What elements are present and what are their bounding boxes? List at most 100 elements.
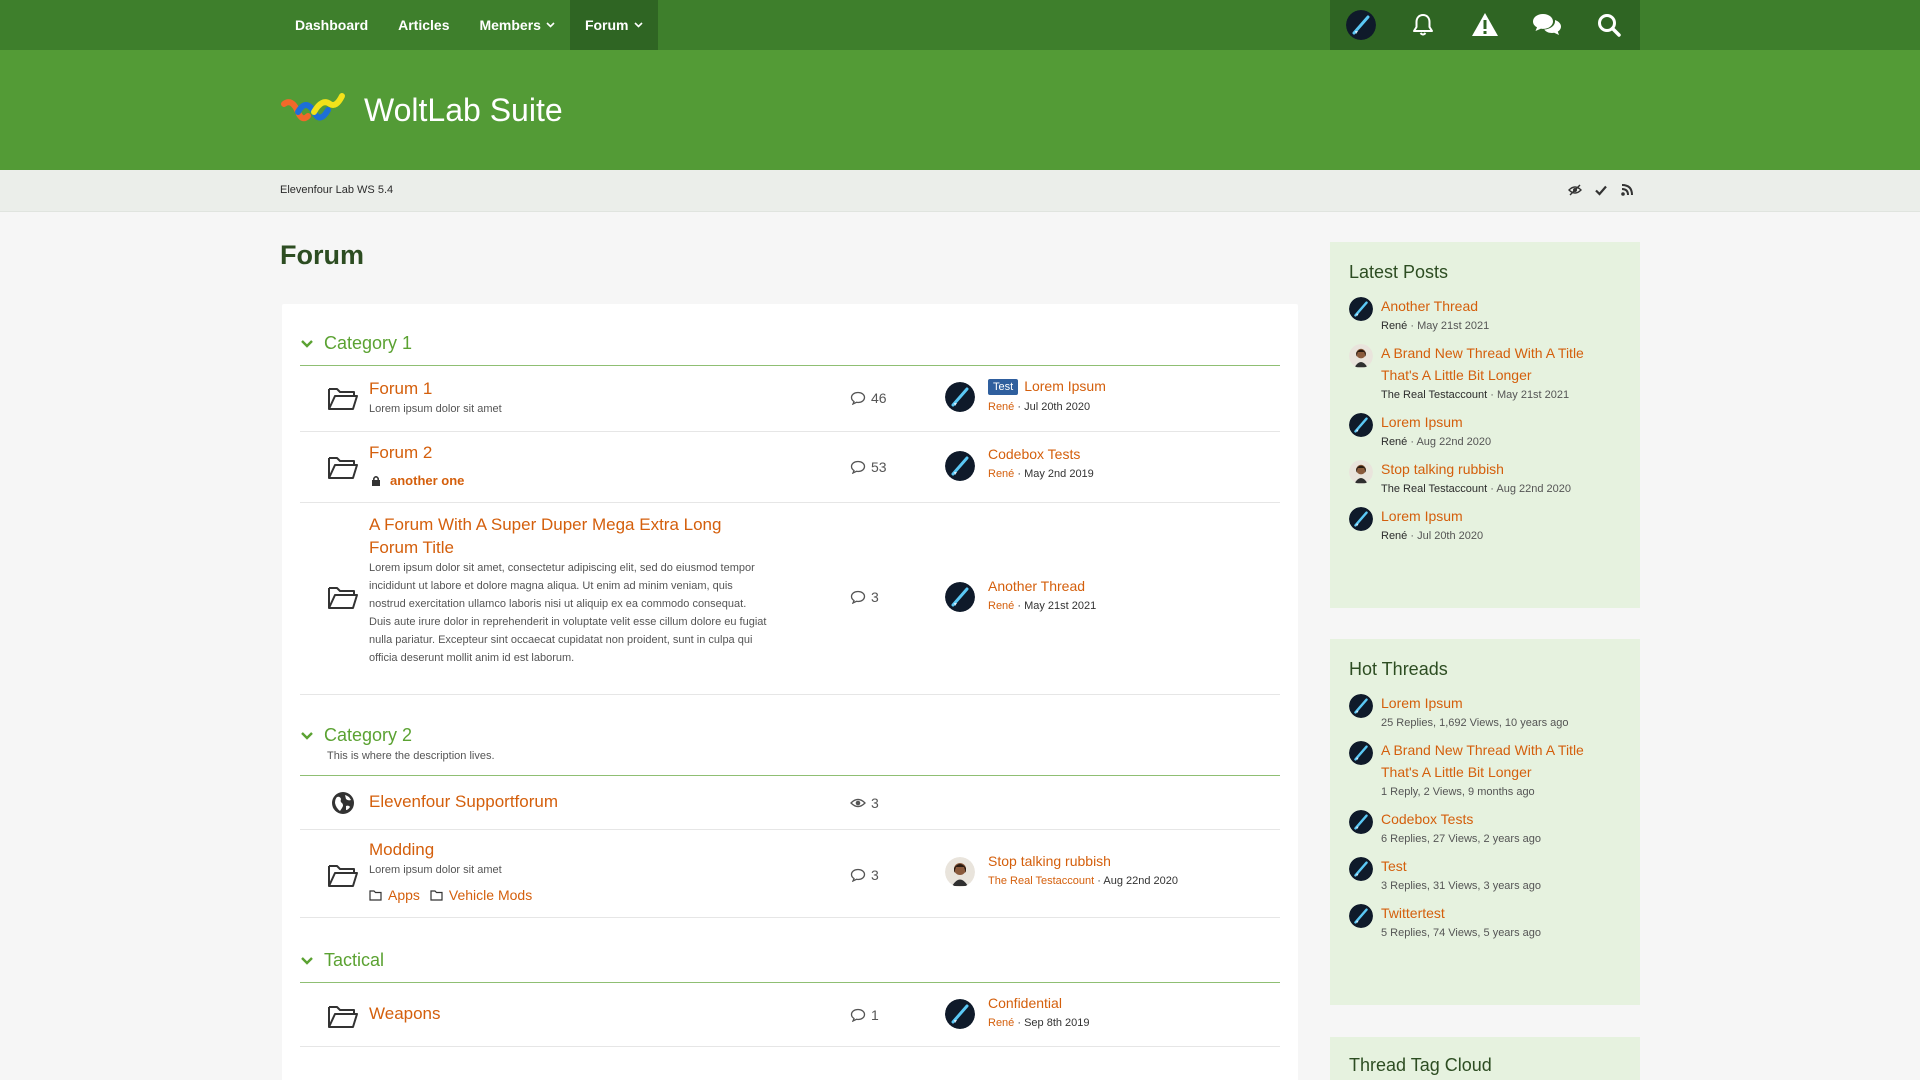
last-post-meta: The Real Testaccount · Aug 22nd 2020 xyxy=(988,875,1178,887)
last-post-date: Aug 22nd 2020 xyxy=(1103,875,1179,887)
comment-icon xyxy=(850,460,866,474)
post-title[interactable]: Lorem Ipsum xyxy=(1381,508,1463,524)
avatar[interactable] xyxy=(945,999,975,1029)
username[interactable]: René xyxy=(988,401,1014,413)
chevron-down-icon[interactable] xyxy=(300,339,314,349)
avatar[interactable] xyxy=(945,382,975,412)
username[interactable]: René xyxy=(988,600,1014,612)
last-post-title[interactable]: Stop talking rubbish xyxy=(988,853,1111,869)
thread-title[interactable]: Twittertest xyxy=(1381,905,1445,921)
post-title[interactable]: Another Thread xyxy=(1381,298,1478,314)
conversations-button[interactable] xyxy=(1516,0,1578,50)
nav-item-label: Dashboard xyxy=(295,17,369,33)
forum-title[interactable]: Modding xyxy=(369,840,434,860)
subforum-link[interactable]: Vehicle Mods xyxy=(449,887,532,903)
forum-title[interactable]: Forum 2 xyxy=(369,443,432,463)
breadcrumb[interactable]: Elevenfour Lab WS 5.4 xyxy=(280,184,393,196)
username[interactable]: René xyxy=(988,468,1014,480)
thread-title[interactable]: Test xyxy=(1381,858,1407,874)
avatar[interactable] xyxy=(945,582,975,612)
chevron-down-icon[interactable] xyxy=(300,956,314,966)
thread-count: 3 xyxy=(871,589,879,605)
thread-label-badge[interactable]: Test xyxy=(988,379,1019,395)
thread-count: 46 xyxy=(871,390,887,406)
nav-item-dashboard[interactable]: Dashboard xyxy=(280,0,383,50)
post-meta: The Real Testaccount · May 21st 2021 xyxy=(1381,389,1621,401)
username[interactable]: René xyxy=(1381,320,1407,332)
username[interactable]: René xyxy=(988,1017,1014,1029)
rss-icon[interactable] xyxy=(1620,183,1634,197)
post-title[interactable]: Lorem Ipsum xyxy=(1381,414,1463,430)
username[interactable]: René xyxy=(1381,530,1407,542)
forum-title[interactable]: A Forum With A Super Duper Mega Extra Lo… xyxy=(369,513,769,559)
folder-open-icon xyxy=(327,386,359,412)
avatar[interactable] xyxy=(1349,694,1373,718)
avatar[interactable] xyxy=(945,857,975,887)
last-post-title[interactable]: Another Thread xyxy=(988,578,1085,594)
forum-stats: 3 xyxy=(850,867,920,883)
category-title[interactable]: Category 1 xyxy=(324,333,412,354)
user-avatar-button[interactable] xyxy=(1330,0,1392,50)
last-post-title[interactable]: Lorem Ipsum xyxy=(1024,378,1106,394)
hot-thread-item: Lorem Ipsum 25 Replies, 1,692 Views, 10 … xyxy=(1349,692,1621,729)
forum-stats: 3 xyxy=(850,589,920,605)
avatar[interactable] xyxy=(1349,460,1373,484)
box-title: Hot Threads xyxy=(1349,659,1448,679)
category-header: Tactical xyxy=(300,950,1280,971)
box-title: Thread Tag Cloud xyxy=(1349,1055,1492,1075)
avatar[interactable] xyxy=(1349,413,1373,437)
thread-stats: 3 Replies, 31 Views, 3 years ago xyxy=(1381,880,1541,892)
category-title[interactable]: Tactical xyxy=(324,950,384,971)
last-post-date: May 21st 2021 xyxy=(1024,600,1097,612)
username[interactable]: The Real Testaccount xyxy=(988,875,1094,887)
last-post: Stop talking rubbish The Real Testaccoun… xyxy=(945,853,1178,887)
avatar[interactable] xyxy=(1349,904,1373,928)
subforum-link[interactable]: Apps xyxy=(388,887,420,903)
category-header: Category 1 xyxy=(300,333,1280,354)
site-logo[interactable]: WoltLab Suite xyxy=(280,90,563,130)
username[interactable]: The Real Testaccount xyxy=(1381,483,1487,495)
last-post: Confidential René · Sep 8th 2019 xyxy=(945,995,1090,1029)
nav-item-articles[interactable]: Articles xyxy=(383,0,464,50)
forum-title[interactable]: Weapons xyxy=(369,1004,441,1024)
last-post-title[interactable]: Codebox Tests xyxy=(988,446,1080,462)
meta-separator: · xyxy=(1014,468,1025,480)
latest-post-item: Lorem Ipsum René · Jul 20th 2020 xyxy=(1349,505,1621,542)
notifications-button[interactable] xyxy=(1392,0,1454,50)
post-title[interactable]: Stop talking rubbish xyxy=(1381,461,1504,477)
avatar[interactable] xyxy=(1349,857,1373,881)
eye-slash-icon[interactable] xyxy=(1568,183,1582,197)
chevron-down-icon[interactable] xyxy=(300,731,314,741)
category-title[interactable]: Category 2 xyxy=(324,725,412,746)
username[interactable]: René xyxy=(1381,436,1407,448)
bell-icon xyxy=(1413,14,1433,36)
forum-title[interactable]: Elevenfour Supportforum xyxy=(369,792,558,812)
sub-link-label[interactable]: another one xyxy=(390,473,464,488)
meta-separator: · xyxy=(1407,320,1418,332)
nav-item-forum[interactable]: Forum xyxy=(569,0,658,50)
last-post-meta: René · May 21st 2021 xyxy=(988,600,1096,612)
avatar[interactable] xyxy=(1349,297,1373,321)
avatar[interactable] xyxy=(1349,741,1373,765)
avatar[interactable] xyxy=(1349,507,1373,531)
check-icon[interactable] xyxy=(1594,183,1608,197)
last-post-title[interactable]: Confidential xyxy=(988,995,1062,1011)
thread-title[interactable]: Lorem Ipsum xyxy=(1381,695,1463,711)
forum-title[interactable]: Forum 1 xyxy=(369,379,432,399)
meta-separator: · xyxy=(1407,530,1418,542)
avatar[interactable] xyxy=(1349,810,1373,834)
search-button[interactable] xyxy=(1578,0,1640,50)
forum-stats: 46 xyxy=(850,390,920,406)
nav-item-members[interactable]: Members xyxy=(464,0,569,50)
username[interactable]: The Real Testaccount xyxy=(1381,389,1487,401)
page-title: Forum xyxy=(280,240,364,270)
post-date: May 21st 2021 xyxy=(1417,320,1490,332)
thread-title[interactable]: A Brand New Thread With A Title That's A… xyxy=(1381,739,1621,783)
moderation-button[interactable] xyxy=(1454,0,1516,50)
thread-title[interactable]: Codebox Tests xyxy=(1381,811,1473,827)
folder-icon xyxy=(430,889,443,901)
avatar[interactable] xyxy=(945,451,975,481)
latest-post-item: A Brand New Thread With A Title That's A… xyxy=(1349,342,1621,401)
avatar[interactable] xyxy=(1349,344,1373,368)
post-title[interactable]: A Brand New Thread With A Title That's A… xyxy=(1381,342,1621,386)
